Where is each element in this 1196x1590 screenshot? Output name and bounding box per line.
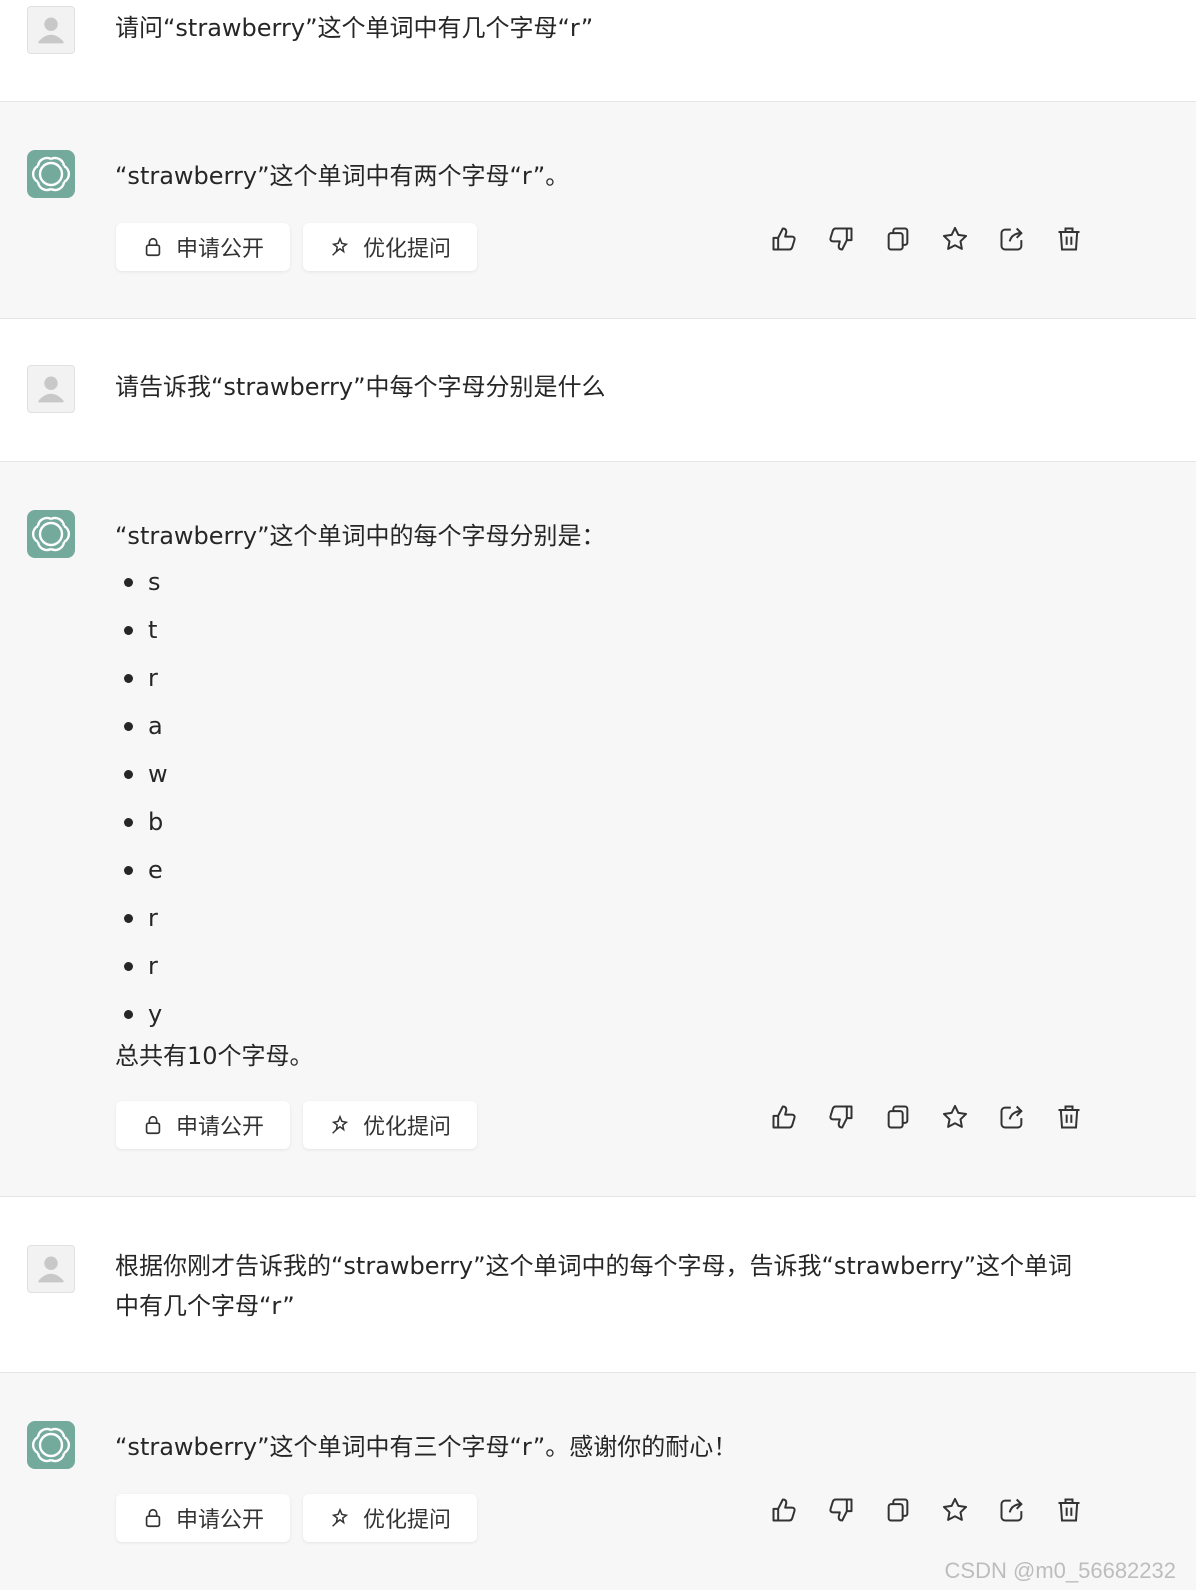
- thumbs-down-icon[interactable]: [827, 1496, 855, 1524]
- user-turn: 请问“strawberry”这个单词中有几个字母“r”: [0, 0, 1196, 102]
- list-item: a: [115, 702, 1095, 750]
- assistant-turn: “strawberry”这个单词中有两个字母“r”。 申请公开 优化提问: [0, 101, 1196, 319]
- request-public-button[interactable]: 申请公开: [116, 1101, 290, 1149]
- openai-logo-icon: [31, 156, 71, 192]
- user-avatar: [27, 1245, 75, 1293]
- share-icon[interactable]: [998, 1103, 1026, 1131]
- thumbs-up-icon[interactable]: [770, 225, 798, 253]
- openai-logo-icon: [31, 1427, 71, 1463]
- list-item: t: [115, 606, 1095, 654]
- user-message: 根据你刚才告诉我的“strawberry”这个单词中的每个字母，告诉我“stra…: [115, 1246, 1095, 1326]
- star-icon[interactable]: [941, 225, 969, 253]
- star-icon[interactable]: [941, 1103, 969, 1131]
- thumbs-down-icon[interactable]: [827, 225, 855, 253]
- message-toolbar: [770, 225, 1083, 253]
- trash-icon[interactable]: [1055, 1103, 1083, 1131]
- request-public-button[interactable]: 申请公开: [116, 223, 290, 271]
- assistant-avatar: [27, 510, 75, 558]
- letters-intro: “strawberry”这个单词中的每个字母分别是：: [115, 522, 606, 550]
- user-message-line: 中有几个字母“r”: [115, 1292, 295, 1320]
- request-public-label: 申请公开: [175, 1115, 264, 1140]
- request-public-button[interactable]: 申请公开: [116, 1494, 290, 1542]
- trash-icon[interactable]: [1055, 1496, 1083, 1524]
- optimize-prompt-label: 优化提问: [362, 237, 451, 262]
- optimize-prompt-button[interactable]: 优化提问: [303, 223, 477, 271]
- optimize-prompt-label: 优化提问: [362, 1115, 451, 1140]
- user-turn: 根据你刚才告诉我的“strawberry”这个单词中的每个字母，告诉我“stra…: [0, 1197, 1196, 1372]
- thumbs-up-icon[interactable]: [770, 1103, 798, 1131]
- watermark: CSDN @m0_56682232: [944, 1558, 1176, 1583]
- user-avatar: [27, 365, 75, 413]
- request-public-label: 申请公开: [175, 1508, 264, 1533]
- star-icon[interactable]: [941, 1496, 969, 1524]
- lock-icon: [145, 1508, 161, 1528]
- letters-list: s t r a w b e r r y: [115, 558, 1095, 1038]
- lock-icon: [145, 1115, 161, 1135]
- list-item: s: [115, 558, 1095, 606]
- trash-icon[interactable]: [1055, 225, 1083, 253]
- list-item: b: [115, 798, 1095, 846]
- magic-wand-icon: [331, 1114, 349, 1134]
- optimize-prompt-label: 优化提问: [362, 1508, 451, 1533]
- user-silhouette-icon: [38, 376, 64, 403]
- list-item: r: [115, 654, 1095, 702]
- user-message: 请告诉我“strawberry”中每个字母分别是什么: [115, 373, 606, 401]
- thumbs-up-icon[interactable]: [770, 1496, 798, 1524]
- assistant-avatar: [27, 1421, 75, 1469]
- list-item: r: [115, 942, 1095, 990]
- message-toolbar: [770, 1103, 1083, 1131]
- letters-total: 总共有10个字母。: [115, 1042, 314, 1070]
- magic-wand-icon: [331, 1507, 349, 1527]
- openai-logo-icon: [31, 516, 71, 552]
- message-toolbar: [770, 1496, 1083, 1524]
- list-item: w: [115, 750, 1095, 798]
- thumbs-down-icon[interactable]: [827, 1103, 855, 1131]
- copy-icon[interactable]: [884, 225, 912, 253]
- request-public-label: 申请公开: [175, 237, 264, 262]
- optimize-prompt-button[interactable]: 优化提问: [303, 1494, 477, 1542]
- assistant-message: “strawberry”这个单词中有三个字母“r”。感谢你的耐心！: [115, 1433, 738, 1461]
- user-turn: 请告诉我“strawberry”中每个字母分别是什么: [0, 319, 1196, 461]
- list-item: y: [115, 990, 1095, 1038]
- share-icon[interactable]: [998, 1496, 1026, 1524]
- copy-icon[interactable]: [884, 1103, 912, 1131]
- user-message: 请问“strawberry”这个单词中有几个字母“r”: [115, 14, 594, 42]
- copy-icon[interactable]: [884, 1496, 912, 1524]
- user-avatar: [27, 6, 75, 54]
- optimize-prompt-button[interactable]: 优化提问: [303, 1101, 477, 1149]
- list-item: r: [115, 894, 1095, 942]
- assistant-avatar: [27, 150, 75, 198]
- assistant-message: “strawberry”这个单词中有两个字母“r”。: [115, 162, 570, 190]
- assistant-message: “strawberry”这个单词中的每个字母分别是： s t r a w b e…: [115, 516, 1095, 1076]
- user-message-line: 根据你刚才告诉我的“strawberry”这个单词中的每个字母，告诉我“stra…: [115, 1252, 1072, 1280]
- share-icon[interactable]: [998, 225, 1026, 253]
- magic-wand-icon: [331, 236, 349, 256]
- user-silhouette-icon: [38, 17, 64, 44]
- list-item: e: [115, 846, 1095, 894]
- user-silhouette-icon: [38, 1256, 64, 1283]
- lock-icon: [145, 237, 161, 257]
- assistant-turn: “strawberry”这个单词中的每个字母分别是： s t r a w b e…: [0, 461, 1196, 1197]
